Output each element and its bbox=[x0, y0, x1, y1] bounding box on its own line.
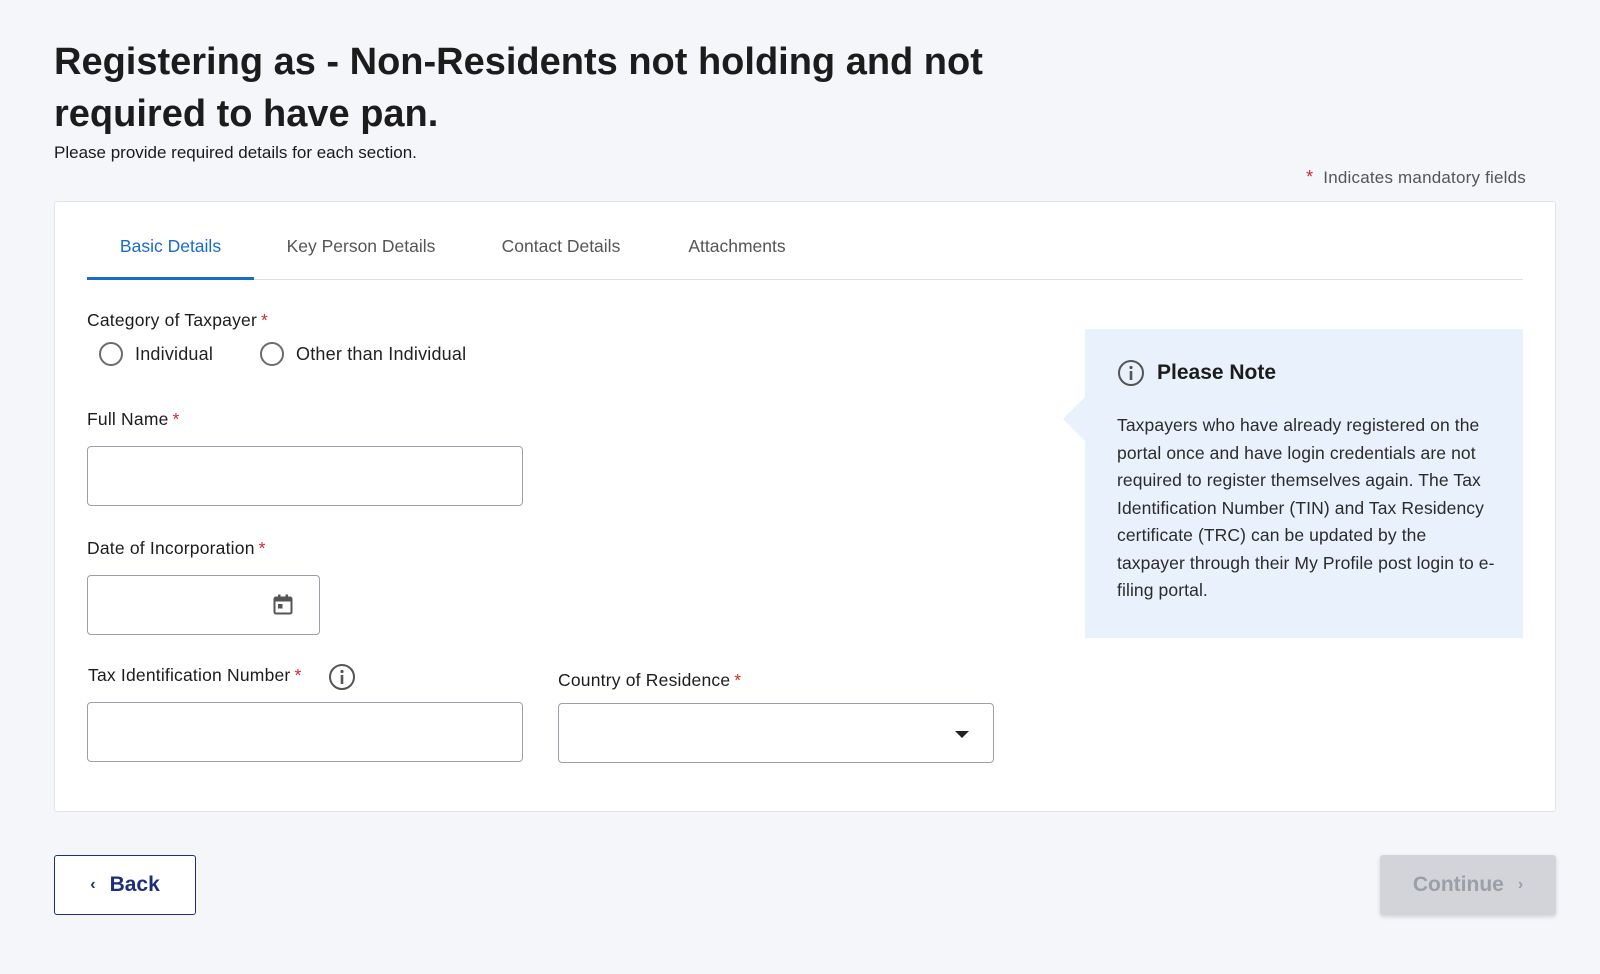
required-star: * bbox=[172, 409, 180, 429]
chevron-right-icon: › bbox=[1517, 876, 1524, 893]
required-star: * bbox=[294, 665, 302, 685]
date-of-incorporation-label: Date of Incorporation * bbox=[87, 538, 266, 559]
required-star: * bbox=[1306, 167, 1314, 187]
tin-label: Tax Identification Number * bbox=[88, 665, 301, 686]
radio-circle[interactable] bbox=[99, 342, 123, 366]
page-subtitle: Please provide required details for each… bbox=[54, 143, 417, 162]
mandatory-fields-note: * Indicates mandatory fields bbox=[1306, 167, 1526, 188]
note-title: Please Note bbox=[1157, 361, 1277, 384]
country-select[interactable] bbox=[558, 703, 994, 763]
form-card: Basic Details Key Person Details Contact… bbox=[54, 201, 1556, 812]
tin-input[interactable] bbox=[87, 702, 523, 762]
continue-button-label: Continue bbox=[1412, 873, 1504, 896]
page-title: Registering as - Non-Residents not holdi… bbox=[54, 41, 983, 135]
back-button-label: Back bbox=[109, 873, 160, 896]
info-icon bbox=[1118, 360, 1144, 386]
radio-other-label: Other than Individual bbox=[296, 343, 467, 364]
radio-circle[interactable] bbox=[260, 342, 284, 366]
note-text: Taxpayers who have already registered on… bbox=[1117, 415, 1495, 600]
radio-individual-label: Individual bbox=[135, 343, 214, 364]
tab-basic-details[interactable]: Basic Details bbox=[87, 202, 254, 280]
note-arrow bbox=[1063, 397, 1085, 441]
date-label-text: Date of Incorporation bbox=[87, 538, 255, 558]
radio-individual[interactable]: Individual bbox=[99, 342, 213, 366]
tab-attachments[interactable]: Attachments bbox=[684, 202, 790, 280]
continue-button[interactable]: Continue › bbox=[1380, 855, 1556, 915]
tab-contact-details[interactable]: Contact Details bbox=[498, 202, 624, 280]
registration-page: Registering as - Non-Residents not holdi… bbox=[0, 0, 1600, 974]
country-label-text: Country of Residence bbox=[558, 670, 731, 690]
back-button[interactable]: ‹ Back bbox=[54, 855, 196, 915]
caret-down-icon bbox=[955, 731, 969, 738]
required-star: * bbox=[261, 310, 269, 330]
mandatory-fields-text: Indicates mandatory fields bbox=[1323, 168, 1526, 187]
required-star: * bbox=[258, 538, 266, 558]
country-label: Country of Residence * bbox=[558, 670, 741, 691]
calendar-icon[interactable] bbox=[273, 594, 293, 616]
category-label-text: Category of Taxpayer bbox=[87, 310, 258, 330]
date-of-incorporation-input[interactable] bbox=[87, 575, 320, 635]
full-name-label-text: Full Name bbox=[87, 409, 169, 429]
tab-key-person-details[interactable]: Key Person Details bbox=[285, 202, 437, 280]
please-note-panel: Please Note Taxpayers who have already r… bbox=[1063, 329, 1523, 638]
full-name-label: Full Name * bbox=[87, 409, 180, 430]
full-name-input[interactable] bbox=[87, 446, 523, 506]
radio-other-than-individual[interactable]: Other than Individual bbox=[260, 342, 466, 366]
category-label: Category of Taxpayer * bbox=[87, 310, 268, 331]
tab-bar: Basic Details Key Person Details Contact… bbox=[87, 202, 1523, 280]
tin-info-icon[interactable] bbox=[328, 663, 356, 691]
required-star: * bbox=[734, 670, 742, 690]
chevron-left-icon: ‹ bbox=[90, 876, 96, 893]
note-header: Please Note bbox=[1117, 359, 1276, 387]
tin-label-text: Tax Identification Number bbox=[88, 665, 291, 685]
